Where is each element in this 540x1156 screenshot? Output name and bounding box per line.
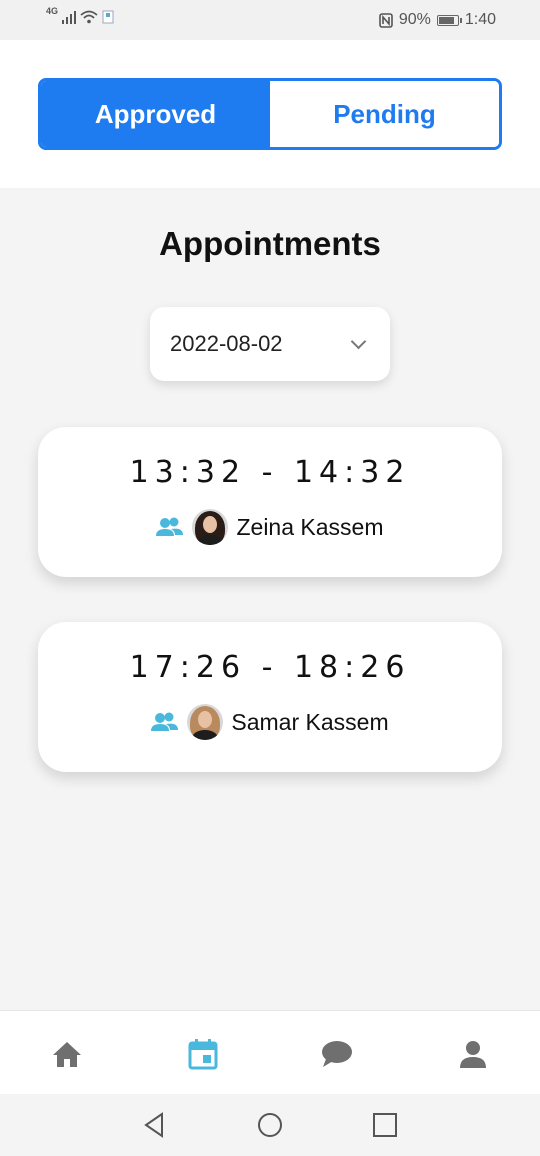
home-circle-icon[interactable] (257, 1112, 283, 1138)
appointment-person: Zeina Kassem (38, 509, 502, 545)
screen: 4G 90% 1:40 Approved Pending Appointment… (0, 0, 540, 1156)
recents-icon[interactable] (372, 1112, 398, 1138)
segmented-control: Approved Pending (38, 78, 502, 150)
notification-icon (102, 10, 114, 24)
battery-percent: 90% (398, 11, 431, 28)
battery-level (438, 16, 455, 24)
group-icon (151, 712, 179, 731)
appointment-card[interactable]: 17:26 - 18:26 Samar Kassem (38, 622, 502, 772)
system-nav-bar (0, 1094, 540, 1156)
tab-approved[interactable]: Approved (41, 81, 270, 147)
back-icon[interactable] (142, 1112, 168, 1138)
appointment-card[interactable]: 13:32 - 14:32 Zeina Kassem (38, 427, 502, 577)
signal-icon (62, 10, 77, 24)
status-left: 4G (46, 6, 114, 24)
nav-calendar[interactable] (186, 1037, 220, 1071)
nav-profile[interactable] (456, 1037, 490, 1071)
person-name: Zeina Kassem (236, 513, 384, 540)
nav-chat[interactable] (320, 1037, 354, 1071)
bottom-nav (0, 1010, 540, 1095)
tab-header: Approved Pending (0, 40, 540, 188)
appointment-person: Samar Kassem (38, 704, 502, 740)
network-label: 4G (46, 6, 59, 16)
avatar (192, 509, 229, 545)
clock: 1:40 (464, 11, 496, 28)
avatar (187, 704, 224, 740)
nfc-icon (379, 12, 393, 28)
calendar-icon (188, 1039, 218, 1070)
battery-icon (436, 14, 462, 26)
tab-pending[interactable]: Pending (270, 81, 499, 147)
home-icon (53, 1042, 81, 1067)
date-dropdown[interactable]: 2022-08-02 (150, 307, 390, 381)
page-title: Appointments (159, 225, 381, 262)
status-bar: 4G 90% 1:40 (0, 0, 540, 40)
nav-home[interactable] (50, 1037, 84, 1071)
chevron-down-icon (350, 333, 367, 349)
person-name: Samar Kassem (231, 708, 389, 735)
group-icon (156, 517, 184, 536)
date-value: 2022-08-02 (170, 331, 283, 356)
person-icon (460, 1041, 486, 1068)
chat-icon (322, 1041, 352, 1067)
status-right: 90% 1:40 (379, 11, 496, 29)
wifi-icon (80, 10, 98, 24)
appointment-time: 17:26 - 18:26 (129, 650, 411, 685)
appointment-time: 13:32 - 14:32 (129, 455, 411, 490)
